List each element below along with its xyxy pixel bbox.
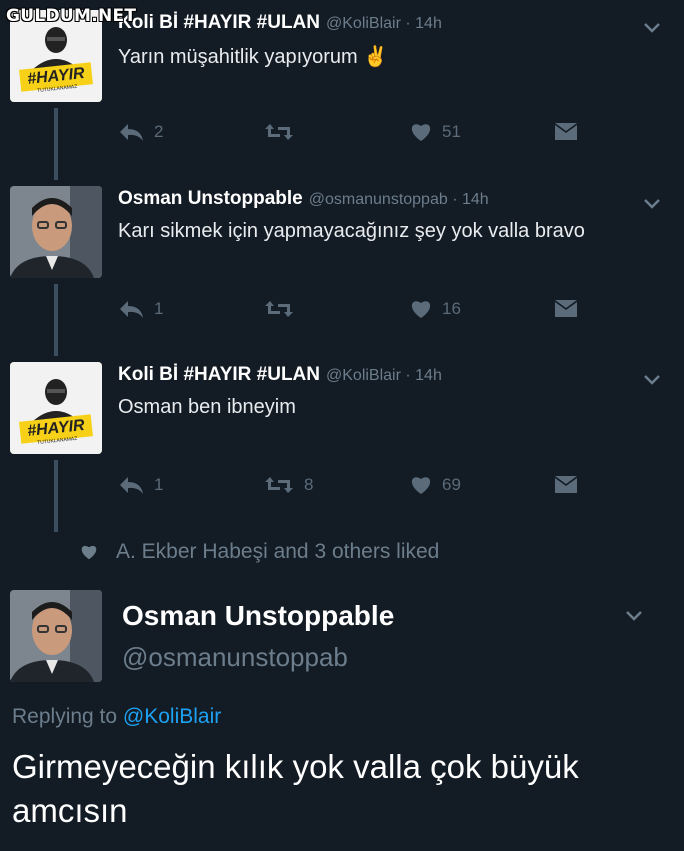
retweet-count: 8 [304, 475, 314, 494]
author-name[interactable]: Koli Bİ #HAYIR #ULAN [118, 12, 320, 33]
heart-icon [411, 477, 431, 494]
envelope-icon [555, 123, 577, 140]
message-button[interactable] [554, 122, 578, 142]
chevron-down-icon[interactable] [642, 20, 662, 34]
chevron-down-icon[interactable] [642, 372, 662, 386]
retweet-icon [265, 124, 293, 140]
replying-to: Replying to @KoliBlair [12, 705, 221, 729]
thread-line [54, 108, 58, 180]
message-button[interactable] [554, 475, 578, 495]
like-button[interactable]: 69 [410, 475, 461, 495]
envelope-icon [555, 476, 577, 493]
tweet-text: Yarın müşahitlik yapıyorum ✌ [118, 46, 389, 68]
author-handle[interactable]: @KoliBlair · 14h [326, 367, 442, 384]
reply-button[interactable]: 1 [118, 299, 163, 319]
chevron-down-icon[interactable] [624, 608, 644, 622]
hayir-avatar[interactable]: #HAYIR TUTUKLANAMAZ [10, 362, 102, 454]
mention-link[interactable]: @KoliBlair [123, 705, 221, 728]
retweet-button[interactable] [264, 299, 304, 319]
liked-by-line[interactable]: A. Ekber Habeşi and 3 others liked [80, 540, 439, 564]
liked-by-text: A. Ekber Habeşi and 3 others liked [116, 540, 440, 563]
watermark: GULDUM.NET [6, 6, 137, 26]
reply-count: 1 [154, 299, 164, 318]
retweet-button[interactable]: 8 [264, 475, 313, 495]
man-photo [10, 590, 102, 682]
reply-icon [120, 477, 143, 494]
retweet-icon [265, 301, 293, 317]
heart-icon [411, 124, 431, 141]
reply-count: 2 [154, 122, 164, 141]
heart-icon [411, 301, 431, 318]
man-photo-avatar[interactable] [10, 186, 102, 278]
author-handle[interactable]: @osmanunstoppab · 14h [309, 191, 489, 208]
like-count: 51 [442, 122, 461, 141]
reply-icon [120, 301, 143, 318]
reply-button[interactable]: 2 [118, 122, 163, 142]
man-photo [10, 186, 102, 278]
chevron-down-icon[interactable] [642, 196, 662, 210]
man-photo-avatar[interactable] [10, 590, 102, 682]
retweet-icon [265, 477, 293, 493]
like-count: 69 [442, 475, 461, 494]
reply-button[interactable]: 1 [118, 475, 163, 495]
retweet-button[interactable] [264, 122, 304, 142]
main-author-handle[interactable]: @osmanunstoppab [122, 642, 348, 673]
heart-icon [81, 545, 97, 560]
author-handle[interactable]: @KoliBlair · 14h [326, 15, 442, 32]
main-author-name[interactable]: Osman Unstoppable [122, 600, 394, 632]
envelope-icon [555, 300, 577, 317]
thread-line [54, 284, 58, 356]
tweet-text: Karı sikmek için yapmayacağınız şey yok … [118, 220, 585, 242]
replying-prefix: Replying to [12, 705, 123, 728]
like-button[interactable]: 51 [410, 122, 461, 142]
reply-count: 1 [154, 475, 164, 494]
message-button[interactable] [554, 299, 578, 319]
author-name[interactable]: Osman Unstoppable [118, 188, 303, 209]
like-button[interactable]: 16 [410, 299, 461, 319]
like-count: 16 [442, 299, 461, 318]
reply-icon [120, 124, 143, 141]
hayir-logo: #HAYIR TUTUKLANAMAZ [10, 362, 102, 454]
tweet-text: Osman ben ibneyim [118, 396, 296, 418]
thread-line [54, 460, 58, 532]
main-tweet-text: Girmeyeceğin kılık yok valla çok büyük a… [12, 748, 579, 829]
author-name[interactable]: Koli Bİ #HAYIR #ULAN [118, 364, 320, 385]
